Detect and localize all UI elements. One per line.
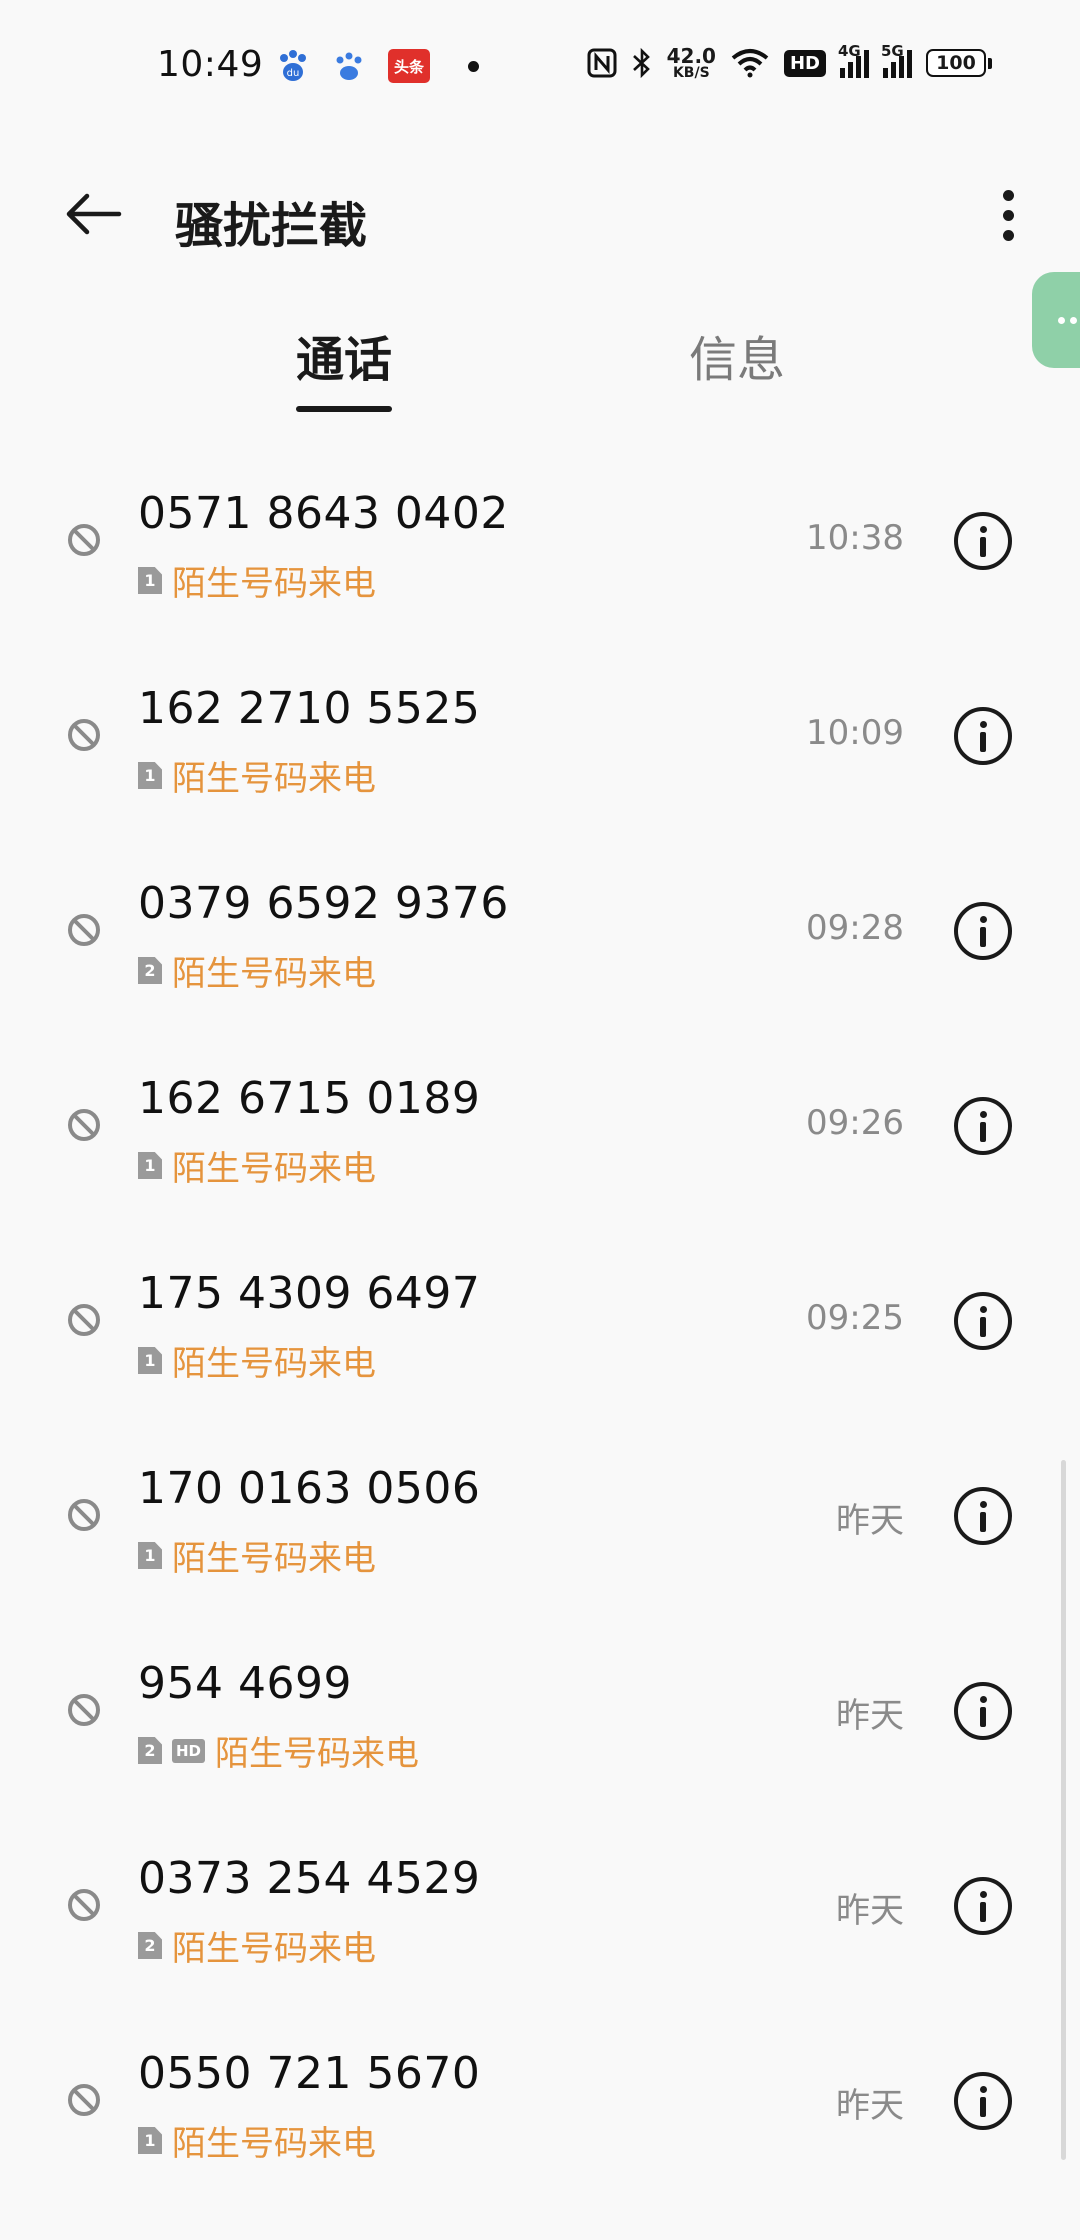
hd-call-icon: HD [172,1738,206,1763]
info-icon[interactable] [954,512,1012,570]
call-time: 09:25 [806,1298,904,1338]
tab-bar: 通话 信息 [0,310,1080,420]
blocked-icon [68,2084,100,2116]
call-label: 陌生号码来电 [172,1149,376,1189]
phone-number: 175 4309 6497 [138,1268,481,1319]
network-speed: 42.0 KB/S [667,46,716,80]
info-icon[interactable] [954,902,1012,960]
tab-messages[interactable]: 信息 [689,320,785,390]
svg-text:du: du [287,68,300,79]
phone-number: 162 2710 5525 [138,683,481,734]
baidu-app-icon: du [280,50,306,81]
notification-icons: du 头条 [276,48,479,84]
phone-number: 170 0163 0506 [138,1463,481,1514]
blocked-icon [68,1304,100,1336]
sim-card-icon: 1 [138,1542,162,1569]
sim-card-icon: 2 [138,957,162,984]
scrollbar[interactable] [1061,1460,1066,2160]
call-label: 陌生号码来电 [172,954,376,994]
call-label: 陌生号码来电 [172,564,376,604]
list-item[interactable]: 0571 8643 0402 1 陌生号码来电 10:38 [0,444,1080,639]
more-options-button[interactable] [980,178,1036,252]
call-time: 10:09 [806,713,904,753]
info-icon[interactable] [954,1682,1012,1740]
sim-card-icon: 1 [138,2127,162,2154]
status-time: 10:49 [157,44,264,85]
back-button[interactable] [58,184,128,244]
blocked-icon [68,524,100,556]
app-header: 骚扰拦截 [0,170,1080,260]
call-time: 昨天 [836,1891,904,1931]
tab-calls[interactable]: 通话 [296,320,392,390]
info-icon[interactable] [954,1097,1012,1155]
info-icon[interactable] [954,2072,1012,2130]
sim-card-icon: 1 [138,1152,162,1179]
list-item[interactable]: 175 4309 6497 1 陌生号码来电 09:25 [0,1224,1080,1419]
list-item[interactable]: 0373 254 4529 2 陌生号码来电 昨天 [0,1809,1080,2004]
blocked-icon [68,719,100,751]
call-label: 陌生号码来电 [172,1344,376,1384]
blocked-icon [68,914,100,946]
network-speed-value: 42.0 [666,44,716,68]
info-icon[interactable] [954,1487,1012,1545]
signal-sim2-gen: 5G [881,42,904,60]
phone-number: 0379 6592 9376 [138,878,509,929]
list-item[interactable]: 162 2710 5525 1 陌生号码来电 10:09 [0,639,1080,834]
volte-hd-icon: HD [783,49,826,77]
phone-number: 0571 8643 0402 [138,488,509,539]
signal-sim2-icon: 5G [881,42,912,78]
call-time: 09:26 [806,1103,904,1143]
info-icon[interactable] [954,1877,1012,1935]
blocked-icon [68,1889,100,1921]
blocked-icon [68,1499,100,1531]
battery-level: 100 [926,49,986,77]
signal-sim1-icon: 4G [838,42,869,78]
info-icon[interactable] [954,1292,1012,1350]
status-bar: 10:49 du 头条 42.0 KB/S HD 4G 5G 100 [0,0,1080,135]
system-status-icons: 42.0 KB/S HD 4G 5G 100 [587,42,992,80]
call-time: 10:38 [806,518,904,558]
phone-number: 954 4699 [138,1658,352,1709]
list-item[interactable]: 0550 721 5670 1 陌生号码来电 昨天 [0,2004,1080,2199]
baidu-map-icon [336,52,362,80]
more-notifications-dot [468,60,479,72]
list-item[interactable]: 954 4699 2 HD 陌生号码来电 昨天 [0,1614,1080,1809]
sim-card-icon: 1 [138,567,162,594]
list-item[interactable]: 170 0163 0506 1 陌生号码来电 昨天 [0,1419,1080,1614]
call-time: 昨天 [836,1501,904,1541]
info-icon[interactable] [954,707,1012,765]
call-time: 09:28 [806,908,904,948]
blocked-icon [68,1109,100,1141]
call-label: 陌生号码来电 [172,1929,376,1969]
call-label: 陌生号码来电 [172,759,376,799]
sim-card-icon: 2 [138,1932,162,1959]
more-vert-icon [1002,189,1014,201]
tab-active-indicator [296,406,392,412]
list-item[interactable]: 162 6715 0189 1 陌生号码来电 09:26 [0,1029,1080,1224]
wifi-icon [731,49,769,78]
phone-number: 0550 721 5670 [138,2048,481,2099]
phone-number: 162 6715 0189 [138,1073,481,1124]
list-item[interactable]: 0379 6592 9376 2 陌生号码来电 09:28 [0,834,1080,1029]
call-time: 昨天 [836,2086,904,2126]
battery-icon: 100 [926,49,992,77]
page-title: 骚扰拦截 [175,198,368,254]
phone-number: 0373 254 4529 [138,1853,481,1904]
call-label: 陌生号码来电 [172,2124,376,2164]
blocked-call-list: 0571 8643 0402 1 陌生号码来电 10:38 162 2710 5… [0,444,1080,2199]
nfc-icon [587,48,617,78]
toutiao-app-icon: 头条 [388,49,430,83]
back-arrow-icon [66,193,122,235]
call-label: 陌生号码来电 [215,1734,420,1774]
sim-card-icon: 1 [138,762,162,789]
sim-card-icon: 1 [138,1347,162,1374]
blocked-icon [68,1694,100,1726]
network-speed-unit: KB/S [672,65,710,81]
sim-card-icon: 2 [138,1737,162,1764]
call-time: 昨天 [836,1696,904,1736]
bluetooth-icon [632,47,650,79]
signal-sim1-gen: 4G [838,42,861,60]
call-label: 陌生号码来电 [172,1539,376,1579]
